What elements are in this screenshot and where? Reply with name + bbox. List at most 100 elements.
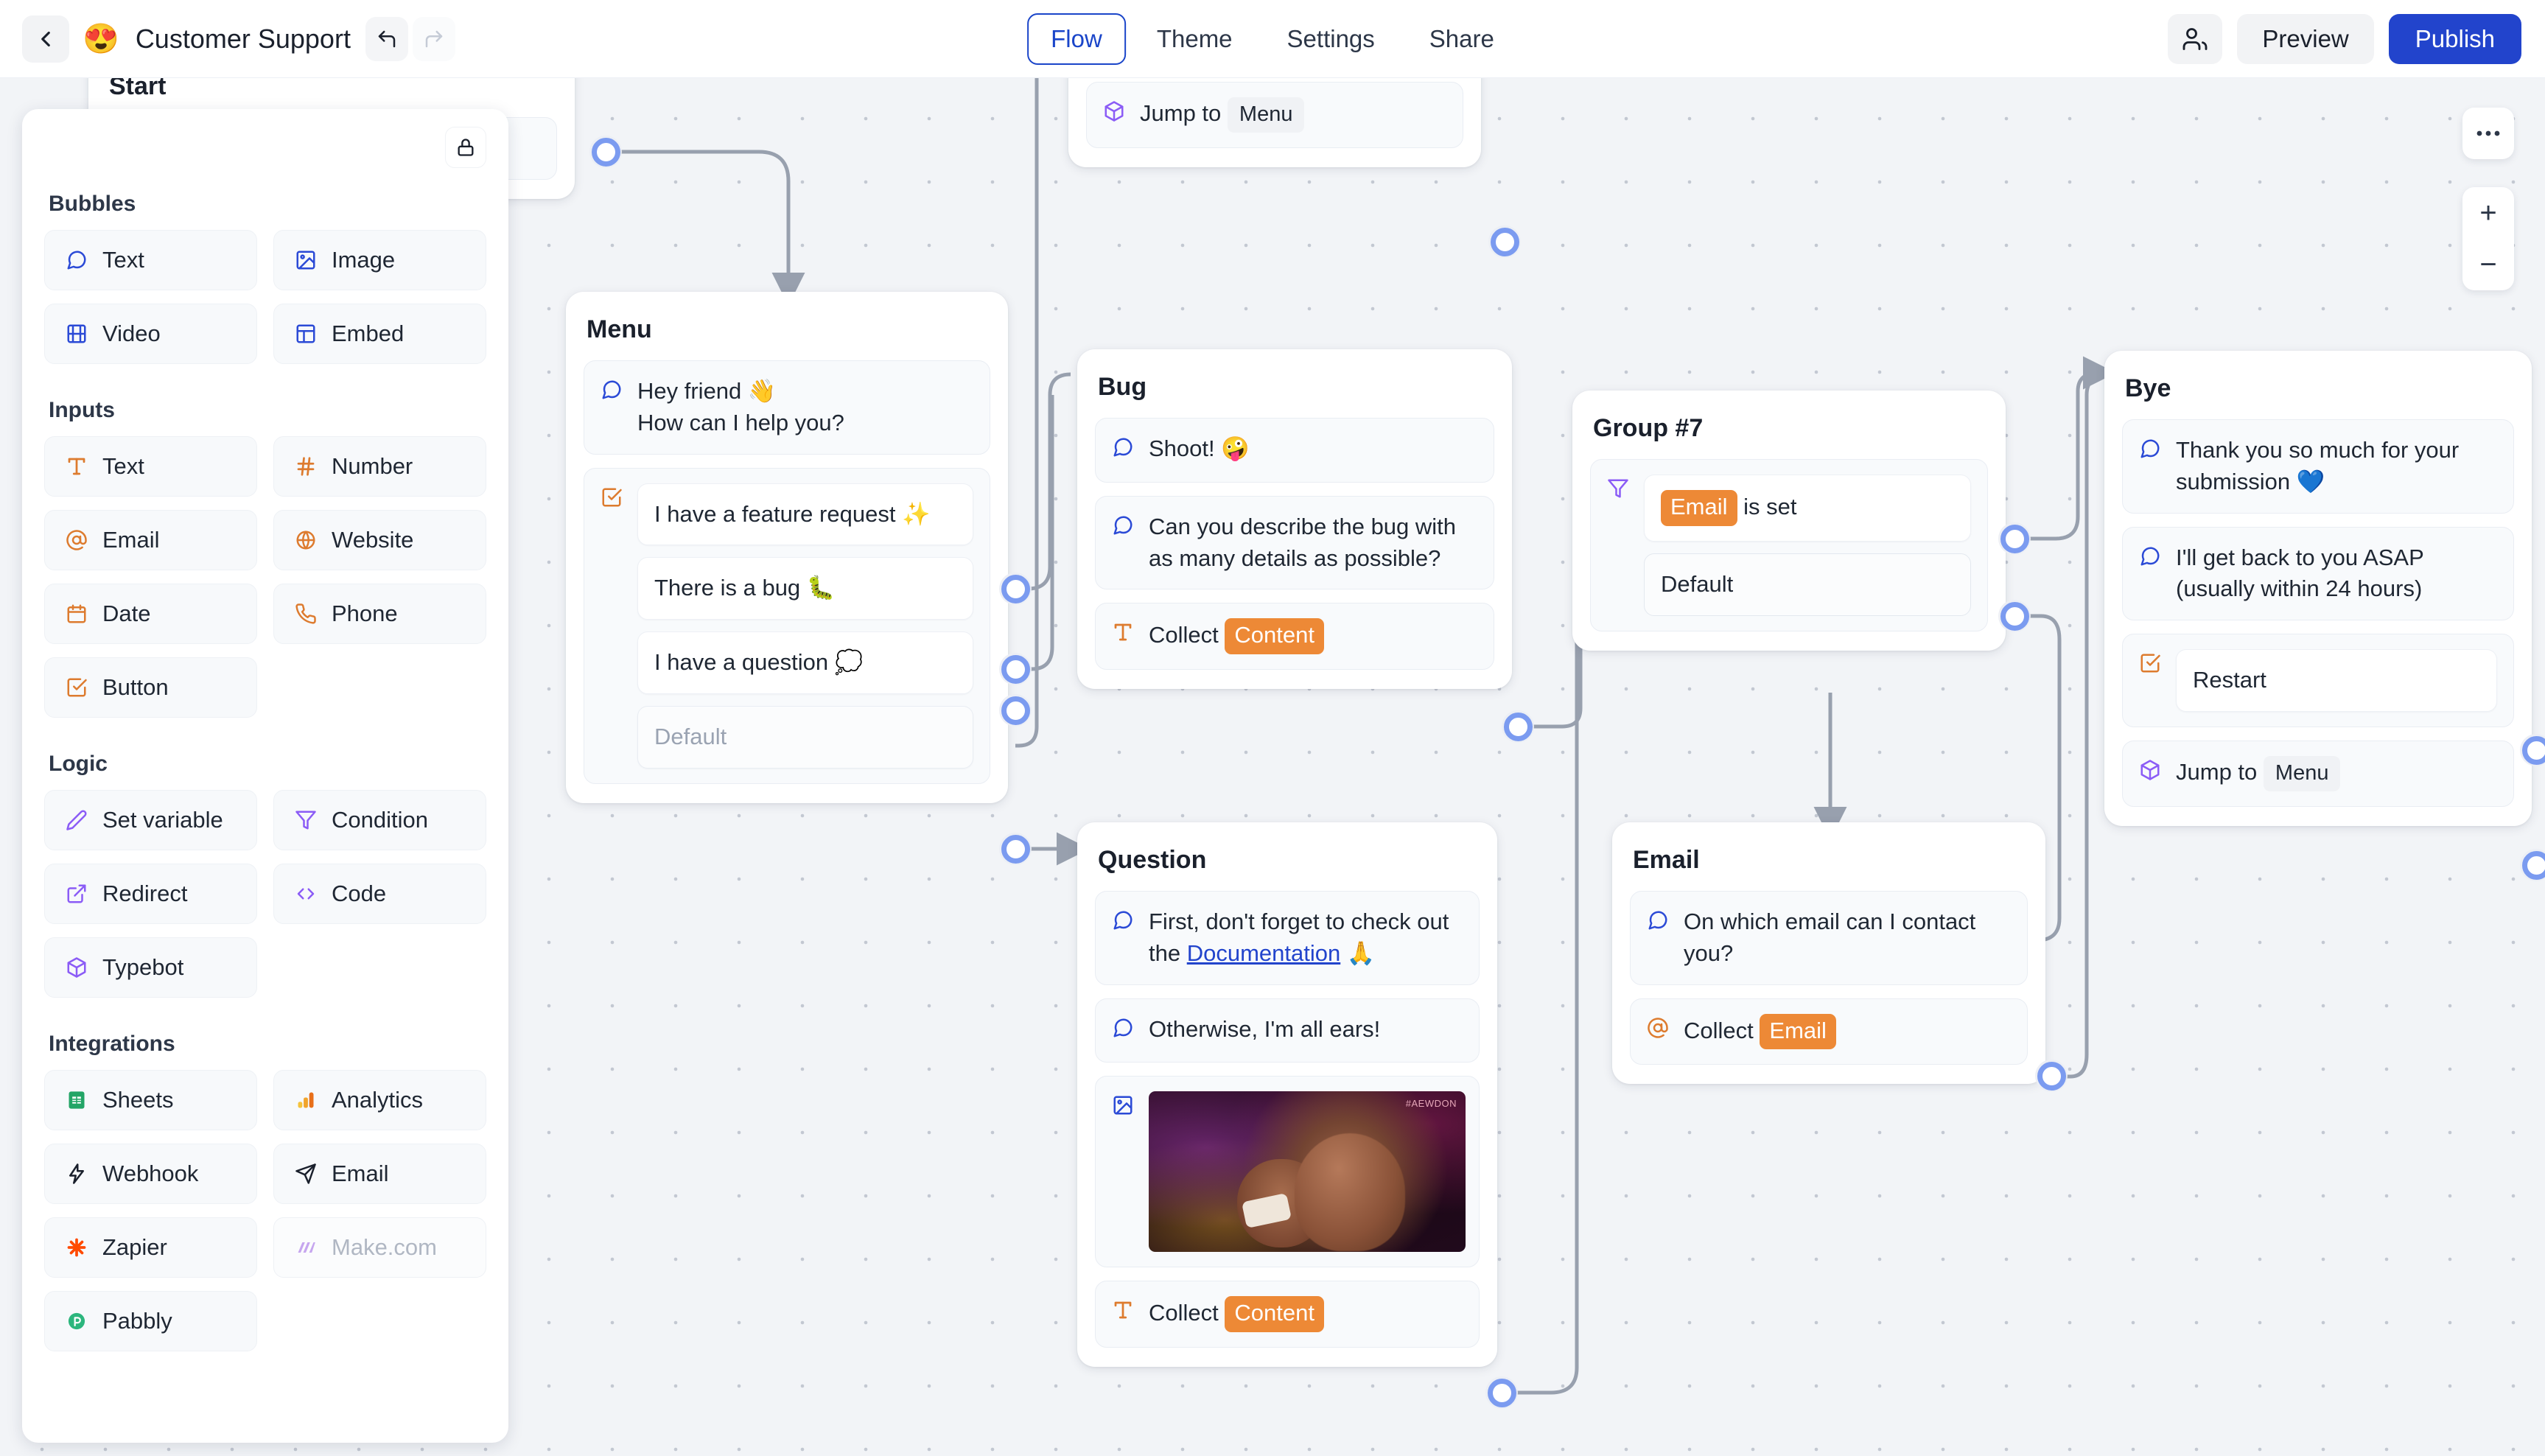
bubble-text: Shoot! 🤪 [1149,435,1250,461]
choice-item[interactable]: There is a bug 🐛 [637,557,973,620]
sidebar-item-label: Video [102,321,161,346]
sidebar-item-input-text[interactable]: Text [44,436,257,497]
sidebar-item-integration-sheets[interactable]: Sheets [44,1070,257,1130]
sidebar-item-integration-make[interactable]: Make.com [273,1217,486,1278]
sidebar-item-input-phone[interactable]: Phone [273,584,486,644]
group-node-menu[interactable]: Menu Hey friend 👋 How can I help you? I [566,292,1008,803]
canvas-more-button[interactable] [2462,108,2514,159]
checkbox-icon [601,486,623,517]
sidebar-item-bubble-text[interactable]: Text [44,230,257,290]
group-node-bye[interactable]: Bye Thank you so much for your submissio… [2104,351,2532,826]
image-preview[interactable]: #AEWDON [1149,1091,1466,1253]
block-jump[interactable]: Jump to Menu [1086,81,1463,148]
sidebar-item-logic-condition[interactable]: Condition [273,790,486,850]
sidebar-item-input-number[interactable]: Number [273,436,486,497]
choice-item[interactable]: Restart [2176,649,2497,712]
sidebar-item-integration-webhook[interactable]: Webhook [44,1144,257,1204]
sidebar-item-integration-analytics[interactable]: Analytics [273,1070,486,1130]
sidebar-item-input-date[interactable]: Date [44,584,257,644]
block-text-bubble-link[interactable]: First, don't forget to check out the Doc… [1095,891,1480,985]
choice-default[interactable]: Default [637,705,973,769]
variable-chip[interactable]: Content [1225,618,1324,655]
connection-endpoint-menu-choice-3[interactable] [999,694,1032,727]
variable-chip[interactable]: Email [1760,1013,1836,1050]
block-image-bubble[interactable]: #AEWDON [1095,1076,1480,1268]
sidebar-item-logic-typebot[interactable]: Typebot [44,937,257,998]
connection-endpoint-email-output[interactable] [2035,1060,2068,1092]
connection-endpoint-bug-output[interactable] [1502,710,1534,743]
group-node-jump-top[interactable]: Jump to Menu [1068,78,1481,167]
block-text-bubble[interactable]: Otherwise, I'm all ears! [1095,998,1480,1063]
bot-title[interactable]: Customer Support [136,24,351,55]
sidebar-item-input-website[interactable]: Website [273,510,486,570]
zoom-in-button[interactable]: + [2462,187,2514,239]
tab-flow[interactable]: Flow [1027,13,1126,65]
connection-endpoint-jump-top[interactable] [1488,225,1521,258]
publish-button[interactable]: Publish [2388,13,2521,64]
sidebar-item-input-email[interactable]: Email [44,510,257,570]
sidebar-section-title-integrations: Integrations [49,1032,175,1056]
jump-target-chip[interactable]: Menu [2263,755,2341,791]
sidebar-item-bubble-image[interactable]: Image [273,230,486,290]
sidebar-item-input-button[interactable]: Button [44,657,257,718]
block-text-bubble[interactable]: Hey friend 👋 How can I help you? [584,360,990,455]
choice-item[interactable]: I have a feature request ✨ [637,483,973,546]
sidebar-item-integration-zapier[interactable]: Zapier [44,1217,257,1278]
lock-sidebar-button[interactable] [445,127,486,168]
undo-button[interactable] [365,16,408,61]
text-type-icon [64,454,89,479]
block-text-bubble[interactable]: Can you describe the bug with as many de… [1095,495,1494,590]
group-node-question[interactable]: Question First, don't forget to check ou… [1077,822,1497,1368]
block-text-bubble[interactable]: Shoot! 🤪 [1095,418,1494,483]
edge-trunk-vertical [1015,78,1039,748]
chat-bubble-icon [1112,514,1134,545]
block-text-bubble[interactable]: I'll get back to you ASAP (usually withi… [2122,526,2514,621]
documentation-link[interactable]: Documentation [1187,940,1341,966]
condition-default[interactable]: Default [1644,553,1971,616]
connection-endpoint-menu-choice-2[interactable] [999,653,1032,685]
block-condition[interactable]: Email is set Default [1590,459,1988,631]
sidebar-item-integration-pabbly[interactable]: Pabbly [44,1291,257,1351]
variable-chip[interactable]: Content [1225,1296,1324,1333]
group-node-bug[interactable]: Bug Shoot! 🤪 Can you describe the bug wi… [1077,349,1512,690]
block-jump[interactable]: Jump to Menu [2122,740,2514,807]
choice-item[interactable]: I have a question 💭 [637,631,973,694]
redo-button[interactable] [412,16,455,61]
tab-settings[interactable]: Settings [1264,13,1398,65]
sidebar-item-logic-code[interactable]: Code [273,864,486,924]
preview-button[interactable]: Preview [2237,13,2374,64]
header-left-cluster: 😍 Customer Support [0,15,455,63]
connection-endpoint-menu-default[interactable] [999,833,1032,865]
tab-share[interactable]: Share [1406,13,1518,65]
blocks-sidebar[interactable]: Bubbles Text Image Video Embed Inputs Te… [22,109,508,1443]
sidebar-item-bubble-video[interactable]: Video [44,304,257,364]
back-button[interactable] [22,15,69,63]
tab-theme[interactable]: Theme [1133,13,1256,65]
variable-chip[interactable]: Email [1661,490,1737,526]
members-button[interactable] [2168,13,2223,64]
connection-endpoint-group7-isset[interactable] [1998,522,2031,555]
connection-endpoint-bye-jump[interactable] [2520,849,2545,881]
sidebar-item-integration-email[interactable]: Email [273,1144,486,1204]
jump-target-chip[interactable]: Menu [1227,97,1305,133]
group-node-email[interactable]: Email On which email can I contact you? … [1612,822,2045,1085]
block-buttons-input[interactable]: I have a feature request ✨ There is a bu… [584,467,990,784]
block-buttons-input[interactable]: Restart [2122,634,2514,727]
block-collect-input[interactable]: Collect Content [1095,1281,1480,1348]
connection-endpoint-menu-choice-1[interactable] [999,573,1032,605]
sidebar-section-title-logic: Logic [49,752,108,776]
sidebar-item-logic-set-variable[interactable]: Set variable [44,790,257,850]
checkbox-icon [2139,651,2161,683]
zoom-out-button[interactable]: − [2462,239,2514,290]
sidebar-item-logic-redirect[interactable]: Redirect [44,864,257,924]
sidebar-item-bubble-embed[interactable]: Embed [273,304,486,364]
connection-endpoint-group7-default[interactable] [1998,600,2031,632]
connection-endpoint-start[interactable] [589,136,622,168]
block-collect-email[interactable]: Collect Email [1630,998,2028,1065]
block-text-bubble[interactable]: Thank you so much for your submission 💙 [2122,419,2514,514]
connection-endpoint-question-output[interactable] [1485,1376,1518,1409]
condition-expression[interactable]: Email is set [1644,475,1971,542]
group-node-group7[interactable]: Group #7 Email is set Default [1572,391,2006,651]
block-collect-input[interactable]: Collect Content [1095,603,1494,671]
block-text-bubble[interactable]: On which email can I contact you? [1630,891,2028,985]
